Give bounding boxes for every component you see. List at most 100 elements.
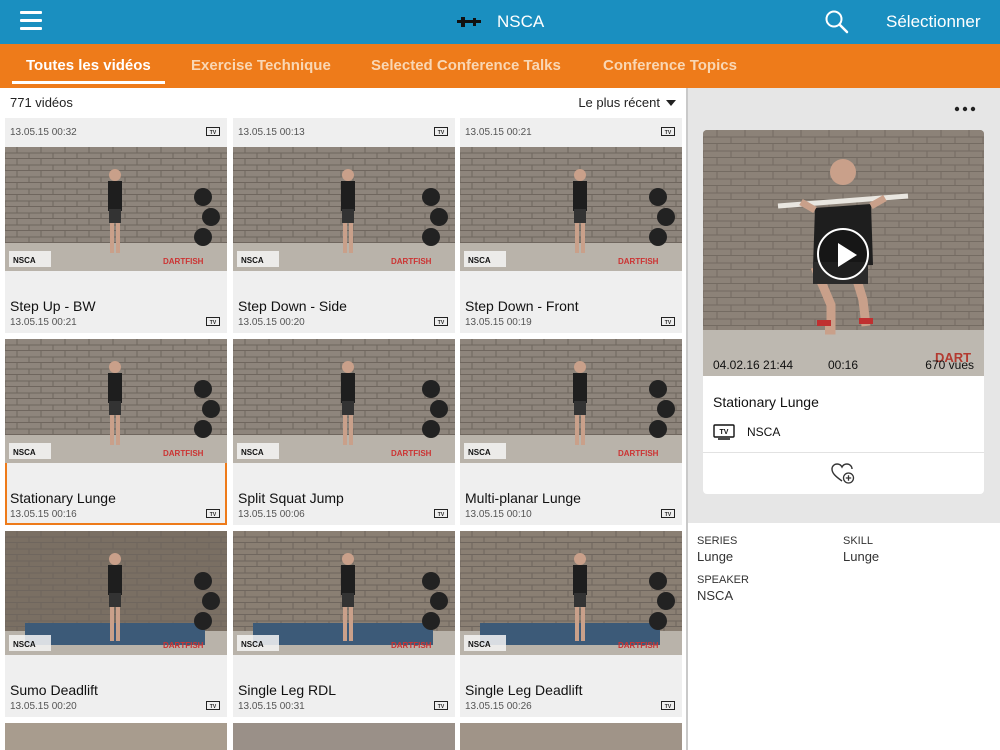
thumbnail-logo-text: NSCA <box>468 256 491 265</box>
video-date: 13.05.15 00:26 <box>465 701 532 712</box>
video-title: Sumo Deadlift <box>10 682 98 698</box>
thumbnail-watermark: DARTFISH <box>163 449 204 458</box>
list-item[interactable] <box>460 723 682 750</box>
skill-label: SKILL <box>843 535 873 547</box>
video-card[interactable]: NSCA DARTFISH Stationary Lunge 13.05.15 00:… <box>5 339 227 525</box>
list-item[interactable] <box>233 723 455 750</box>
thumbnail-watermark: DARTFISH <box>163 257 204 266</box>
video-list-pane[interactable]: 771 vidéos Le plus récent 13.05.15 00:32… <box>0 88 686 750</box>
video-date: 13.05.15 00:21 <box>10 317 77 328</box>
tab-conference-topics[interactable]: Conference Topics <box>603 57 737 74</box>
category-tabs: Toutes les vidéos Exercise Technique Sel… <box>0 44 1000 88</box>
thumbnail-logo-text: NSCA <box>13 640 36 649</box>
tab-all-videos[interactable]: Toutes les vidéos <box>26 57 151 74</box>
tab-selected-conference-talks[interactable]: Selected Conference Talks <box>371 57 561 74</box>
tv-icon: TV <box>206 127 220 136</box>
video-count: 771 vidéos <box>10 95 73 110</box>
sort-dropdown[interactable]: Le plus récent <box>578 95 676 110</box>
tab-exercise-technique[interactable]: Exercise Technique <box>191 57 331 74</box>
video-title: Multi-planar Lunge <box>465 490 581 506</box>
svg-text:TV: TV <box>438 320 445 326</box>
add-to-favorites-icon[interactable] <box>831 462 855 484</box>
video-card[interactable]: NSCA DARTFISH Step Up - BW 13.05.15 00:21 TV <box>5 147 227 333</box>
svg-text:TV: TV <box>438 130 445 136</box>
more-options-icon[interactable] <box>954 106 976 112</box>
svg-text:TV: TV <box>210 512 217 518</box>
video-date: 13.05.15 00:31 <box>238 701 305 712</box>
tv-channel-icon: TV <box>713 424 735 440</box>
published-date: 04.02.16 21:44 <box>713 358 794 372</box>
caret-down-icon <box>666 99 676 106</box>
thumbnail-logo-text: NSCA <box>241 256 264 265</box>
divider <box>703 452 984 453</box>
video-card[interactable]: NSCA DARTFISH Sumo Deadlift 13.05.15 00:20 T… <box>5 531 227 717</box>
detail-video-title: Stationary Lunge <box>713 394 819 410</box>
video-card[interactable]: NSCA DARTFISH Single Leg RDL 13.05.15 00:31… <box>233 531 455 717</box>
thumbnail-watermark: DARTFISH <box>163 641 204 650</box>
video-date: 13.05.15 00:10 <box>465 509 532 520</box>
video-date: 13.05.15 00:06 <box>238 509 305 520</box>
video-card[interactable]: NSCA DARTFISH Multi-planar Lunge 13.05.15 0… <box>460 339 682 525</box>
sort-label: Le plus récent <box>578 95 660 110</box>
list-item[interactable]: 13.05.15 00:21 TV <box>460 118 682 148</box>
video-card[interactable]: NSCA DARTFISH Step Down - Front 13.05.15 00… <box>460 147 682 333</box>
series-label: SERIES <box>697 535 738 547</box>
view-count: 670 vues <box>925 358 974 372</box>
video-duration: 00:16 <box>828 358 859 372</box>
video-date: 13.05.15 00:19 <box>465 317 532 328</box>
list-item[interactable]: 13.05.15 00:32 TV <box>5 118 227 148</box>
video-title: Stationary Lunge <box>10 490 116 506</box>
series-value: Lunge <box>697 549 734 564</box>
video-thumbnail: NSCA DARTFISH <box>5 339 227 463</box>
play-button[interactable] <box>817 228 869 280</box>
video-date: 13.05.15 00:20 <box>238 317 305 328</box>
video-preview[interactable]: DART 04.02.16 21:44 00:16 670 vues <box>703 130 984 376</box>
menu-icon[interactable] <box>20 11 42 31</box>
video-date: 13.05.15 00:21 <box>465 127 532 138</box>
tv-icon: TV <box>661 127 675 136</box>
speaker-value: NSCA <box>697 588 734 603</box>
video-card[interactable]: NSCA DARTFISH Split Squat Jump 13.05.15 00:… <box>233 339 455 525</box>
brand: NSCA <box>455 12 544 32</box>
svg-text:TV: TV <box>720 429 729 436</box>
svg-text:TV: TV <box>665 130 672 136</box>
video-thumbnail: NSCA DARTFISH <box>233 147 455 271</box>
app-title: NSCA <box>497 12 545 31</box>
thumbnail-logo-text: NSCA <box>468 448 491 457</box>
thumbnail-logo-text: NSCA <box>241 448 264 457</box>
video-thumbnail: NSCA DARTFISH <box>233 531 455 655</box>
speaker-label: SPEAKER <box>697 574 749 586</box>
svg-text:TV: TV <box>210 704 217 710</box>
video-card[interactable]: NSCA DARTFISH Single Leg Deadlift 13.05.15 … <box>460 531 682 717</box>
tv-icon: TV <box>434 317 448 326</box>
video-date: 13.05.15 00:20 <box>10 701 77 712</box>
channel-name[interactable]: NSCA <box>747 425 780 439</box>
tv-icon: TV <box>434 127 448 136</box>
svg-text:TV: TV <box>665 704 672 710</box>
detail-card: DART 04.02.16 21:44 00:16 670 vues Stati… <box>703 130 984 494</box>
video-thumbnail: NSCA DARTFISH <box>460 339 682 463</box>
svg-text:TV: TV <box>210 320 217 326</box>
top-bar: NSCA Sélectionner <box>0 0 1000 44</box>
thumbnail-logo-text: NSCA <box>13 448 36 457</box>
thumbnail-watermark: DARTFISH <box>391 449 432 458</box>
thumbnail-logo-text: NSCA <box>241 640 264 649</box>
video-date: 13.05.15 00:13 <box>238 127 305 138</box>
select-button[interactable]: Sélectionner <box>886 12 981 32</box>
video-card[interactable]: NSCA DARTFISH Step Down - Side 13.05.15 00:… <box>233 147 455 333</box>
video-thumbnail: NSCA DARTFISH <box>5 531 227 655</box>
video-thumbnail: NSCA DARTFISH <box>5 147 227 271</box>
skill-value: Lunge <box>843 549 880 564</box>
video-title: Step Down - Front <box>465 298 579 314</box>
video-thumbnail: NSCA DARTFISH <box>233 339 455 463</box>
thumbnail-watermark: DARTFISH <box>391 641 432 650</box>
video-title: Split Squat Jump <box>238 490 344 506</box>
list-item[interactable] <box>5 723 227 750</box>
thumbnail-watermark: DARTFISH <box>391 257 432 266</box>
tv-icon: TV <box>661 509 675 518</box>
video-title: Step Up - BW <box>10 298 96 314</box>
search-icon[interactable] <box>824 9 850 35</box>
list-item[interactable]: 13.05.15 00:13 TV <box>233 118 455 148</box>
video-thumbnail: NSCA DARTFISH <box>460 147 682 271</box>
svg-text:TV: TV <box>665 320 672 326</box>
